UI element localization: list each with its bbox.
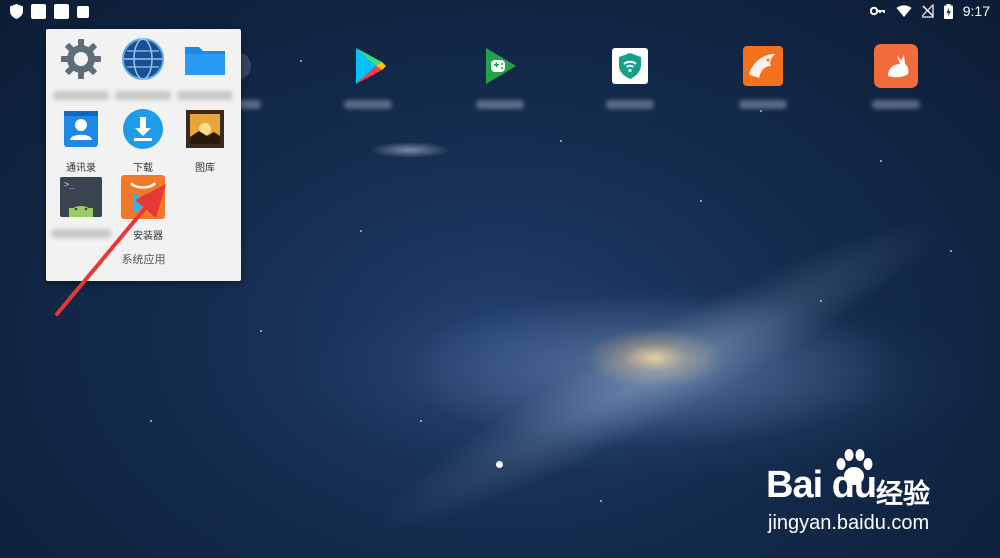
google-play-store-icon xyxy=(356,48,386,84)
home-app-play-store[interactable] xyxy=(338,44,398,109)
folder-item-settings[interactable] xyxy=(49,37,113,100)
folder-item-terminal[interactable]: >_ xyxy=(49,175,113,238)
watermark-cn: 经验 xyxy=(876,479,930,510)
contacts-icon xyxy=(64,111,98,147)
clock-time: 9:17 xyxy=(962,3,990,19)
wifi-security-shield-icon xyxy=(612,48,648,84)
system-apps-folder: 通讯录 下载 图库 >_ 安装器 系统应用 xyxy=(46,29,241,281)
app-installer-icon xyxy=(121,175,165,219)
folder-item-gallery[interactable]: 图库 xyxy=(173,107,237,174)
gallery-icon xyxy=(186,110,224,148)
home-app-wifi-security[interactable] xyxy=(600,44,660,109)
folder-item-app-installer[interactable]: 安装器 xyxy=(111,175,175,242)
folder-item-label: 下载 xyxy=(133,163,153,174)
vpn-key-icon xyxy=(869,6,885,16)
home-app-play-games[interactable] xyxy=(470,44,530,109)
home-app-cheetah-browser[interactable] xyxy=(733,44,793,109)
svg-text:>_: >_ xyxy=(64,180,75,190)
folder-item-label: 通讯录 xyxy=(66,163,96,174)
battery-charging-icon xyxy=(943,3,953,19)
download-icon xyxy=(123,109,163,149)
folder-item-browser[interactable] xyxy=(111,37,175,100)
page-indicator-dot xyxy=(496,461,503,468)
watermark-url: jingyan.baidu.com xyxy=(768,512,930,534)
android-terminal-icon: >_ xyxy=(60,177,102,217)
cheetah-browser-icon xyxy=(743,46,783,86)
status-bar: 9:17 xyxy=(0,0,1000,24)
browser-globe-icon xyxy=(122,38,164,80)
google-play-games-icon xyxy=(486,48,516,84)
folder-item-label: 图库 xyxy=(195,163,215,174)
baidu-jingyan-watermark: Bai du 经验 jingyan.baidu.com xyxy=(766,448,991,538)
settings-gear-icon xyxy=(61,39,101,79)
folder-item-file-manager[interactable] xyxy=(173,37,237,100)
folder-item-downloads[interactable]: 下载 xyxy=(111,107,175,174)
notification-square-icon xyxy=(54,4,69,19)
rabbit-app-icon xyxy=(874,44,918,88)
folder-item-contacts[interactable]: 通讯录 xyxy=(49,107,113,174)
wifi-icon xyxy=(896,5,912,17)
folder-title: 系统应用 xyxy=(121,253,166,266)
no-signal-icon xyxy=(921,4,934,18)
baidu-paw-icon xyxy=(836,449,873,485)
file-manager-folder-icon xyxy=(185,47,225,75)
home-app-rabbit[interactable] xyxy=(866,44,926,109)
notification-square-icon xyxy=(31,4,46,19)
shield-icon xyxy=(10,4,23,19)
folder-item-label: 安装器 xyxy=(133,231,163,242)
notification-square-icon xyxy=(77,6,89,18)
